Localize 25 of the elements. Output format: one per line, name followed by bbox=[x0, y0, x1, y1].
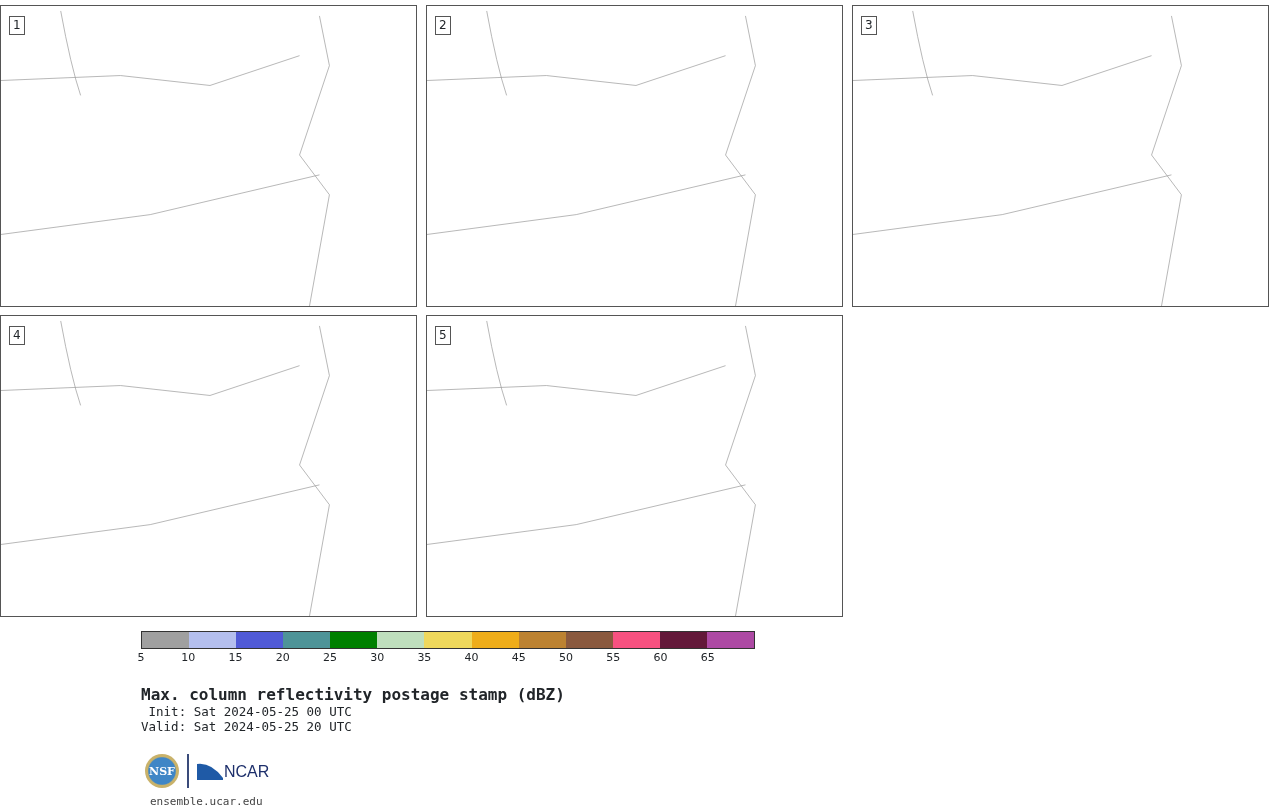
tick-label: 15 bbox=[228, 651, 243, 664]
panel-number: 3 bbox=[861, 16, 877, 35]
valid-time: Valid: Sat 2024-05-25 20 UTC bbox=[141, 719, 353, 734]
tick-label: 10 bbox=[181, 651, 196, 664]
tick-label: 30 bbox=[370, 651, 385, 664]
chart-title: Max. column reflectivity postage stamp (dBZ) bbox=[141, 685, 566, 704]
tick-label: 5 bbox=[137, 651, 145, 664]
tick-label: 50 bbox=[559, 651, 574, 664]
tick-label: 60 bbox=[653, 651, 668, 664]
tick-label: 55 bbox=[606, 651, 621, 664]
swoosh-icon bbox=[197, 762, 223, 780]
website-url: ensemble.ucar.edu bbox=[150, 794, 264, 809]
seal-logo: NSF bbox=[145, 754, 179, 788]
panel-number: 5 bbox=[435, 326, 451, 345]
tick-label: 20 bbox=[275, 651, 290, 664]
init-time: Init: Sat 2024-05-25 00 UTC bbox=[147, 704, 353, 719]
tick-label: 45 bbox=[511, 651, 526, 664]
panel-number: 4 bbox=[9, 326, 25, 345]
panel-number: 2 bbox=[435, 16, 451, 35]
logo-wordmark: NCAR bbox=[224, 764, 270, 780]
panel-number: 1 bbox=[9, 16, 25, 35]
tick-label: 65 bbox=[700, 651, 715, 664]
tick-label: 40 bbox=[464, 651, 479, 664]
tick-label: 25 bbox=[322, 651, 337, 664]
tick-label: 35 bbox=[417, 651, 432, 664]
